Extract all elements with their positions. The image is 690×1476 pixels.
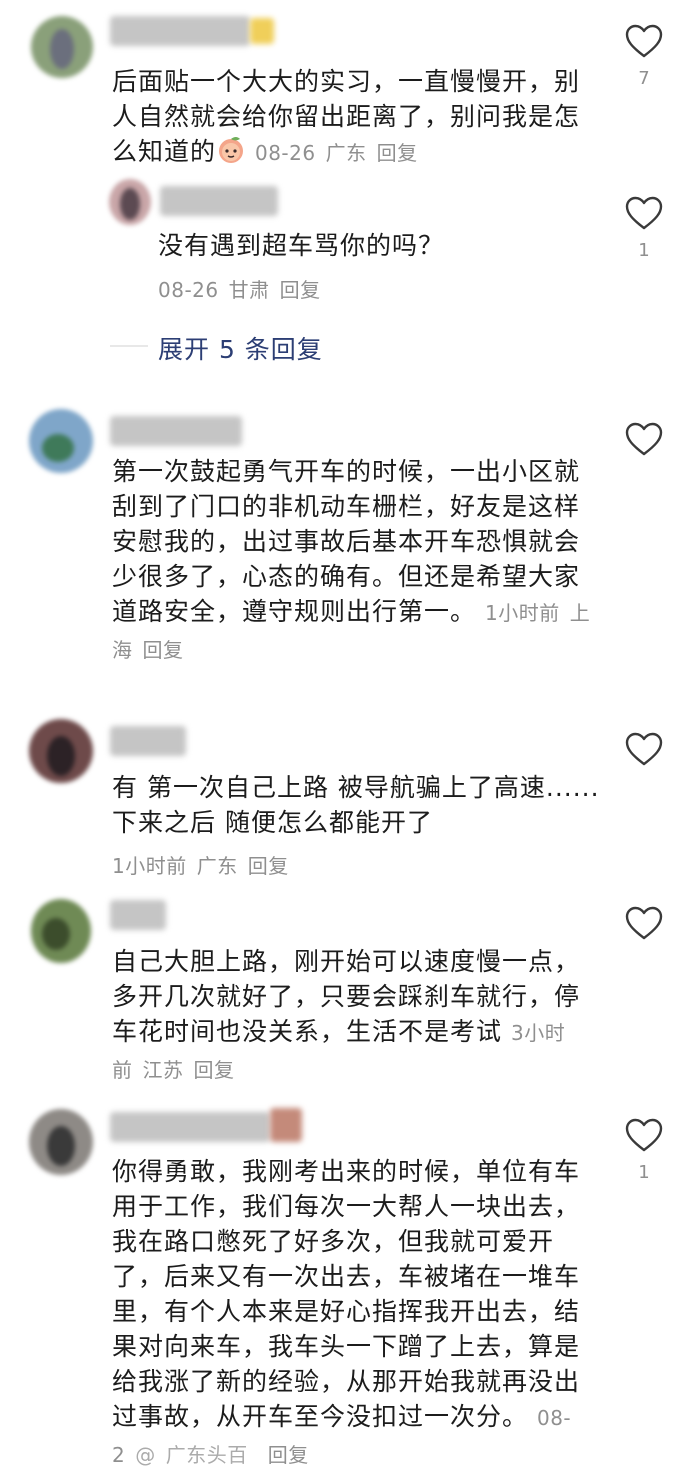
avatar[interactable] [108,178,152,226]
avatar[interactable] [30,898,92,964]
heart-icon[interactable] [624,420,664,460]
expand-replies-button[interactable]: 展开 5 条回复 [158,330,323,366]
like-count: 7 [638,68,650,89]
user-badge [250,18,274,44]
avatar[interactable] [28,408,94,474]
username[interactable] [110,1112,270,1142]
heart-icon[interactable] [624,730,664,770]
like-count: 1 [638,1162,650,1183]
avatar[interactable] [28,718,94,784]
comment-meta: 1小时前 广东 回复 [112,850,299,879]
username[interactable] [110,16,250,46]
username[interactable] [110,416,242,446]
comment-location: 广东 [196,854,238,878]
username[interactable] [110,726,186,756]
reply-button[interactable]: 回复 [280,278,321,302]
username[interactable] [110,900,166,930]
heart-icon[interactable] [624,904,664,944]
avatar[interactable] [30,15,94,79]
reply-button[interactable]: 回复 [268,1443,309,1467]
comment-text: 自己大胆上路，刚开始可以速度慢一点，多开几次就好了，只要会踩刹车就行，停车花时间… [112,947,581,1082]
comment-text: 后面贴一个大大的实习，一直慢慢开，别人自然就会给你留出距离了，别问我是怎么知道的… [112,67,581,166]
avatar[interactable] [28,1108,94,1176]
comment-text: 第一次鼓起勇气开车的时候，一出小区就刮到了门口的非机动车栅栏，好友是这样安慰我的… [112,457,591,662]
heart-icon[interactable] [624,1116,664,1156]
comment-time: 1小时前 [112,854,187,878]
comment-time: 08-26 [254,141,316,165]
reply-button[interactable]: 回复 [143,638,184,662]
heart-icon[interactable] [624,194,664,234]
expand-divider [110,345,148,347]
reply-button[interactable]: 回复 [194,1058,235,1082]
comment-text: 没有遇到超车骂你的吗？ [158,231,445,260]
comment-text: 有 第一次自己上路 被导航骗上了高速...... 下来之后 随便怎么都能开了 [112,773,600,837]
watermark: @ 广东头百 [135,1443,248,1467]
comment-time: 1小时前 [484,601,560,625]
comment-location: 江苏 [142,1058,184,1082]
reply-button[interactable]: 回复 [248,854,289,878]
comment-location: 广东 [325,141,367,165]
peach-emoji-icon [219,137,244,163]
username[interactable] [160,186,278,216]
comment-text: 你得勇敢，我刚考出来的时候，单位有车用于工作，我们每次一大帮人一块出去，我在路口… [112,1157,581,1467]
heart-icon[interactable] [624,22,664,62]
comment-time: 08-26 [158,278,219,302]
user-badge [270,1108,302,1142]
reply-button[interactable]: 回复 [377,141,418,165]
like-count: 1 [638,240,650,261]
comment-meta: 08-26 甘肃 回复 [158,274,331,303]
comment-location: 甘肃 [228,278,270,302]
